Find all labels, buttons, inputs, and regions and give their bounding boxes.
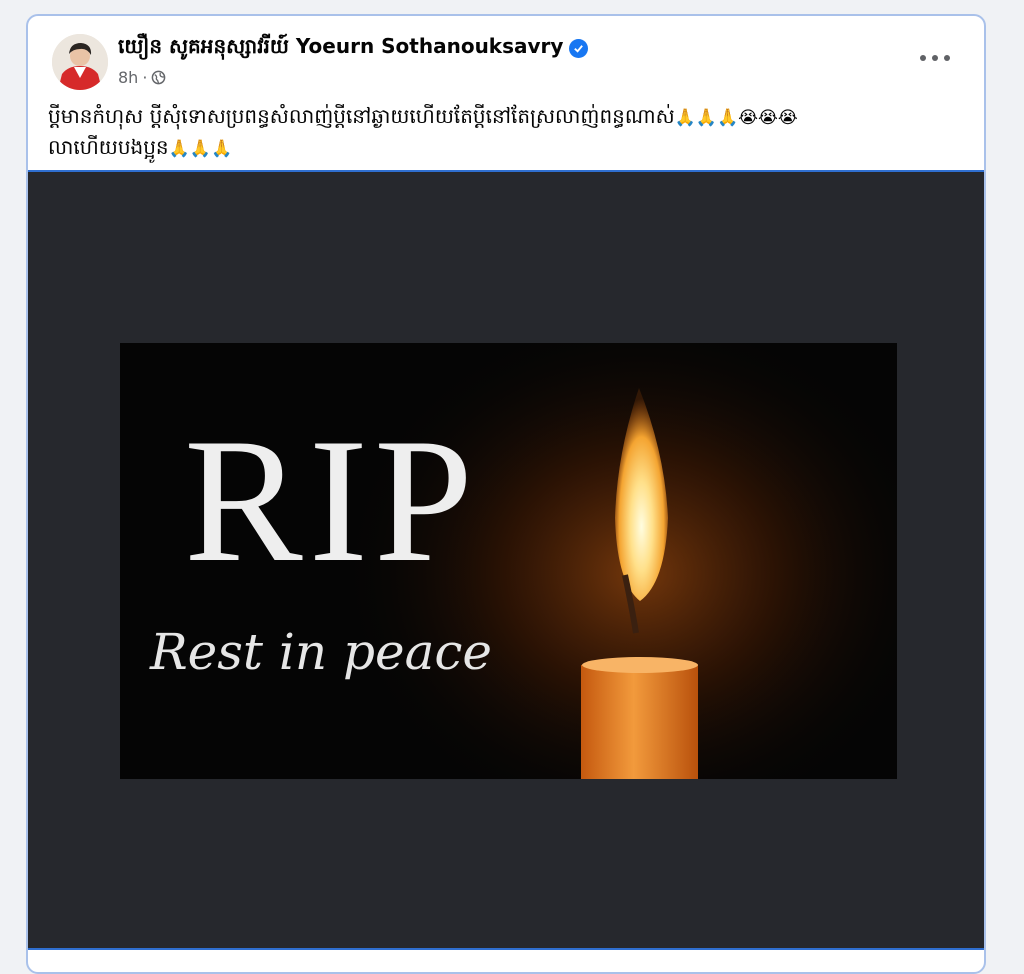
post-card: យឿន សូគអនុស្សាវរីយ៍ Yoeurn Sothanouksavr… [26,14,986,974]
post-meta: 8h · [118,68,166,87]
author-name[interactable]: យឿន សូគអនុស្សាវរីយ៍ Yoeurn Sothanouksavr… [118,33,563,63]
avatar-photo [52,34,108,90]
author-header: យឿន សូគអនុស្សាវរីយ៍ Yoeurn Sothanouksavr… [118,33,589,63]
post-image[interactable]: RIP Rest in peace [28,170,984,950]
post-caption: ប្ដីមានកំហុស ប្ដីសុំទោសប្រពន្ធសំលាញ់ប្ដី… [48,102,948,164]
author-avatar[interactable] [52,34,108,90]
caption-line-2: លាហើយបងប្អូន🙏🙏🙏 [48,133,948,164]
rip-title: RIP [184,401,479,599]
caption-text-1: ប្ដីមានកំហុស ប្ដីសុំទោសប្រពន្ធសំលាញ់ប្ដី… [48,104,675,128]
post-timestamp[interactable]: 8h [118,68,138,87]
rest-in-peace-text: Rest in peace [150,623,492,681]
globe-icon[interactable] [151,70,166,85]
caption-line-1: ប្ដីមានកំហុស ប្ដីសុំទោសប្រពន្ធសំលាញ់ប្ដី… [48,102,948,133]
caption-text-2: លាហើយបងប្អូន [48,135,169,159]
meta-separator: · [142,68,148,87]
caption-emojis-2: 🙏🙏🙏 [168,139,233,159]
rip-image: RIP Rest in peace [120,343,897,779]
more-options-icon[interactable] [920,48,950,68]
caption-emojis-1: 🙏🙏🙏😭😭😭 [674,108,798,128]
verified-badge-icon [569,38,589,58]
